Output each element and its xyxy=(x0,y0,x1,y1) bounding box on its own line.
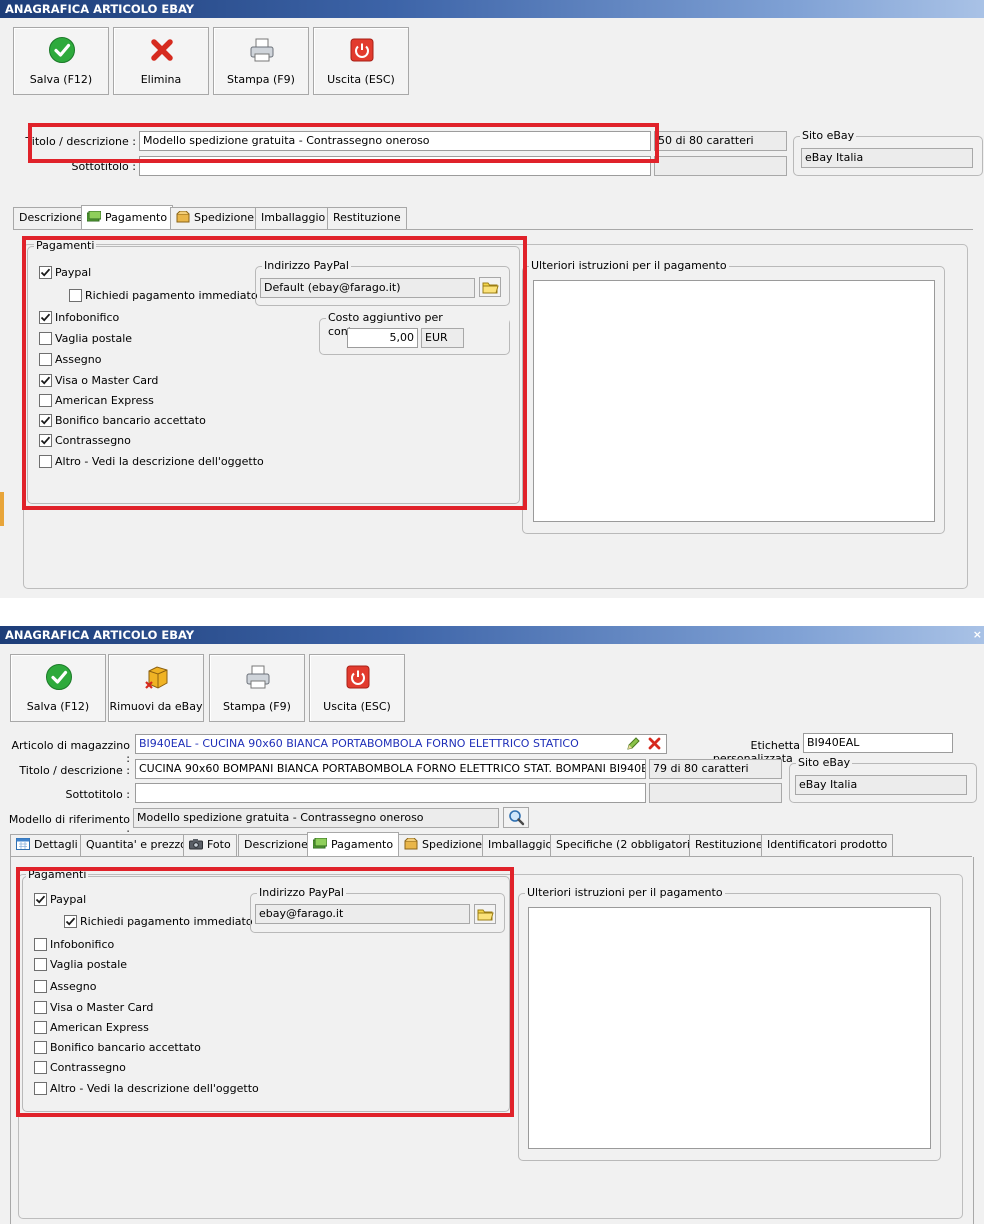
subtitle-input[interactable] xyxy=(135,783,646,803)
money-icon xyxy=(87,211,101,222)
magnifier-icon xyxy=(509,810,525,826)
camera-icon xyxy=(189,839,203,850)
highlight-title-box xyxy=(28,123,659,163)
subtitle-label: Sottotitolo : xyxy=(65,788,130,801)
tab-restituzione[interactable]: Restituzione xyxy=(689,834,769,856)
highlight-payments-box xyxy=(16,867,514,1117)
page-edge-marker xyxy=(0,492,4,526)
delete-button[interactable]: Elimina xyxy=(113,27,209,95)
window-title-bar: ANAGRAFICA ARTICOLO EBAY × xyxy=(0,626,984,644)
ebay-site-group: Sito eBay eBay Italia xyxy=(793,129,983,176)
item-label: Articolo di magazzino : xyxy=(11,739,131,765)
ebay-site-value: eBay Italia xyxy=(795,775,967,795)
remove-box-icon xyxy=(145,666,168,689)
checkmark-icon xyxy=(46,664,72,690)
char-counter: 50 di 80 caratteri xyxy=(654,131,787,151)
save-button[interactable]: Salva (F12) xyxy=(13,27,109,95)
template-value: Modello spedizione gratuita - Contrasseg… xyxy=(133,808,499,828)
tab-pagamento[interactable]: Pagamento xyxy=(307,832,400,857)
power-icon xyxy=(346,665,370,689)
print-button[interactable]: Stampa (F9) xyxy=(209,654,305,722)
power-icon xyxy=(350,38,374,62)
subtitle-counter xyxy=(654,156,787,176)
window-title: ANAGRAFICA ARTICOLO EBAY xyxy=(5,628,195,642)
printer-icon xyxy=(250,38,274,62)
subtitle-counter xyxy=(649,783,782,803)
red-x-icon xyxy=(151,39,173,61)
tab-imballaggio[interactable]: Imballaggio xyxy=(482,834,559,856)
remove-from-ebay-button[interactable]: Rimuovi da eBay xyxy=(108,654,204,722)
exit-button[interactable]: Uscita (ESC) xyxy=(309,654,405,722)
tab-foto[interactable]: Foto xyxy=(183,834,237,856)
item-input[interactable]: BI940EAL - CUCINA 90x60 BIANCA PORTABOMB… xyxy=(135,734,667,754)
checkmark-icon xyxy=(49,37,75,63)
instructions-textarea[interactable] xyxy=(533,280,935,522)
highlight-payments-box xyxy=(22,236,527,510)
template-search-button[interactable] xyxy=(503,807,529,828)
tab-descrizione[interactable]: Descrizione xyxy=(238,834,314,856)
tab-restituzione[interactable]: Restituzione xyxy=(327,207,407,229)
custom-label-input[interactable]: BI940EAL xyxy=(803,733,953,753)
money-icon xyxy=(313,838,327,849)
ebay-site-value: eBay Italia xyxy=(801,148,973,168)
package-icon xyxy=(404,838,418,850)
ebay-site-group: Sito eBay eBay Italia xyxy=(789,756,977,803)
tab-spedizione[interactable]: Spedizione xyxy=(170,207,261,229)
calendar-icon xyxy=(16,838,30,850)
panel-1-ebay-item-form: ANAGRAFICA ARTICOLO EBAY Salva (F12) Eli… xyxy=(0,0,984,598)
exit-button[interactable]: Uscita (ESC) xyxy=(313,27,409,95)
save-button[interactable]: Salva (F12) xyxy=(10,654,106,722)
printer-icon xyxy=(246,665,270,689)
tab-imballaggio[interactable]: Imballaggio xyxy=(255,207,332,229)
window-title-bar: ANAGRAFICA ARTICOLO EBAY xyxy=(0,0,984,18)
title-input[interactable]: CUCINA 90x60 BOMPANI BIANCA PORTABOMBOLA… xyxy=(135,759,646,779)
tab-dettagli[interactable]: Dettagli xyxy=(10,834,84,856)
instructions-group: Ulteriori istruzioni per il pagamento xyxy=(518,886,941,1161)
clear-x-icon[interactable] xyxy=(648,737,661,750)
tab-underline xyxy=(13,229,973,230)
tab-bar: Dettagli Quantita' e prezzo Foto Descriz… xyxy=(10,832,970,858)
close-icon[interactable]: × xyxy=(973,626,982,644)
tab-spedizione[interactable]: Spedizione xyxy=(398,834,489,856)
instructions-group: Ulteriori istruzioni per il pagamento xyxy=(522,259,945,534)
tab-quantita-prezzo[interactable]: Quantita' e prezzo xyxy=(80,834,193,856)
tab-pagamento[interactable]: Pagamento xyxy=(81,205,174,230)
tab-bar: Descrizione Pagamento Spedizione Imballa… xyxy=(13,205,973,231)
tab-descrizione[interactable]: Descrizione xyxy=(13,207,89,229)
window-title: ANAGRAFICA ARTICOLO EBAY xyxy=(5,2,195,16)
title-label: Titolo / descrizione : xyxy=(19,764,130,777)
char-counter: 79 di 80 caratteri xyxy=(649,759,782,779)
tab-specifiche[interactable]: Specifiche (2 obbligatorie) xyxy=(550,834,708,856)
panel-2-ebay-item-form: ANAGRAFICA ARTICOLO EBAY × Salva (F12) R… xyxy=(0,626,984,1224)
tab-identificatori-prodotto[interactable]: Identificatori prodotto xyxy=(761,834,894,856)
package-icon xyxy=(176,211,190,223)
pencil-icon[interactable] xyxy=(626,737,640,751)
print-button[interactable]: Stampa (F9) xyxy=(213,27,309,95)
instructions-textarea[interactable] xyxy=(528,907,931,1149)
